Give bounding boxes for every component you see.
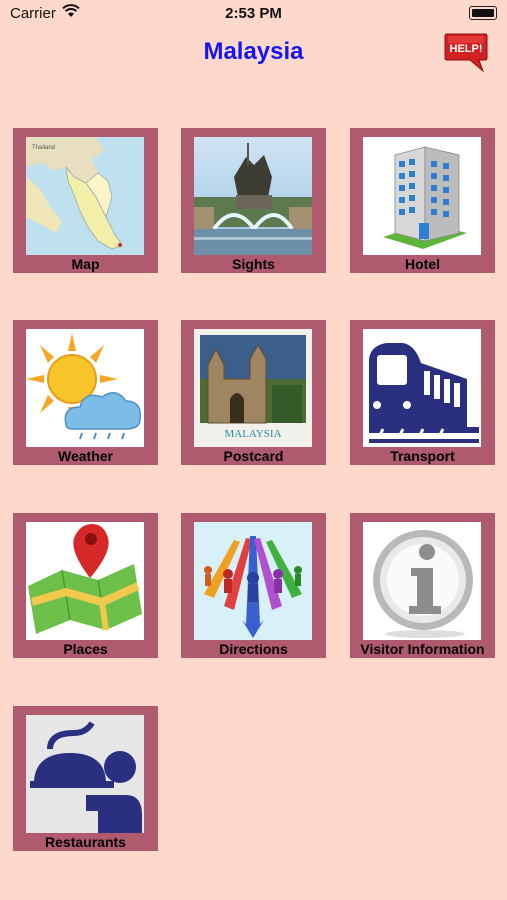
directions-image bbox=[194, 522, 312, 640]
tile-directions[interactable]: Directions bbox=[181, 513, 326, 658]
map-pin-icon bbox=[26, 522, 144, 640]
postcard-caption: MALAYSIA bbox=[224, 428, 281, 440]
visitor-information-image bbox=[363, 522, 481, 640]
tile-label: Restaurants bbox=[45, 834, 126, 850]
tile-label: Map bbox=[71, 256, 100, 272]
svg-text:Thailand: Thailand bbox=[32, 145, 55, 151]
waiter-cloche-icon bbox=[26, 715, 144, 833]
tile-weather[interactable]: Weather bbox=[13, 320, 158, 465]
page-title: Malaysia bbox=[203, 38, 304, 65]
places-image bbox=[26, 522, 144, 640]
tile-restaurants[interactable]: Restaurants bbox=[13, 706, 158, 851]
tile-sights[interactable]: Sights bbox=[181, 128, 326, 273]
train-icon bbox=[363, 329, 481, 447]
sights-image bbox=[194, 137, 312, 255]
map-icon: Thailand bbox=[26, 137, 144, 255]
sun-cloud-icon bbox=[26, 329, 144, 447]
postcard-icon: MALAYSIA bbox=[194, 329, 312, 447]
tile-postcard[interactable]: MALAYSIA Postcard bbox=[181, 320, 326, 465]
tile-label: Weather bbox=[58, 448, 113, 464]
tile-label: Hotel bbox=[405, 256, 440, 272]
tile-label: Postcard bbox=[223, 448, 284, 464]
tile-transport[interactable]: Transport bbox=[350, 320, 495, 465]
help-button[interactable]: HELP! bbox=[443, 31, 489, 73]
tile-label: Sights bbox=[232, 256, 275, 272]
info-icon bbox=[363, 522, 481, 640]
tile-places[interactable]: Places bbox=[13, 513, 158, 658]
monument-fountain-icon bbox=[194, 137, 312, 255]
tile-map[interactable]: Thailand Map bbox=[13, 128, 158, 273]
map-image: Thailand bbox=[26, 137, 144, 255]
clock: 2:53 PM bbox=[225, 5, 282, 22]
battery-icon bbox=[469, 6, 497, 20]
status-bar: Carrier 2:53 PM bbox=[0, 0, 507, 26]
hotel-building-icon bbox=[363, 137, 481, 255]
tile-hotel[interactable]: Hotel bbox=[350, 128, 495, 273]
tile-label: Directions bbox=[219, 641, 288, 657]
tile-label: Places bbox=[63, 641, 108, 657]
transport-image bbox=[363, 329, 481, 447]
restaurants-image bbox=[26, 715, 144, 833]
tile-visitor-information[interactable]: Visitor Information bbox=[350, 513, 495, 658]
directions-arrows-icon bbox=[194, 522, 312, 640]
hotel-image bbox=[363, 137, 481, 255]
tile-label: Visitor Information bbox=[360, 641, 485, 657]
tile-label: Transport bbox=[390, 448, 455, 464]
help-label: HELP! bbox=[450, 43, 483, 55]
postcard-image: MALAYSIA bbox=[194, 329, 312, 447]
weather-image bbox=[26, 329, 144, 447]
